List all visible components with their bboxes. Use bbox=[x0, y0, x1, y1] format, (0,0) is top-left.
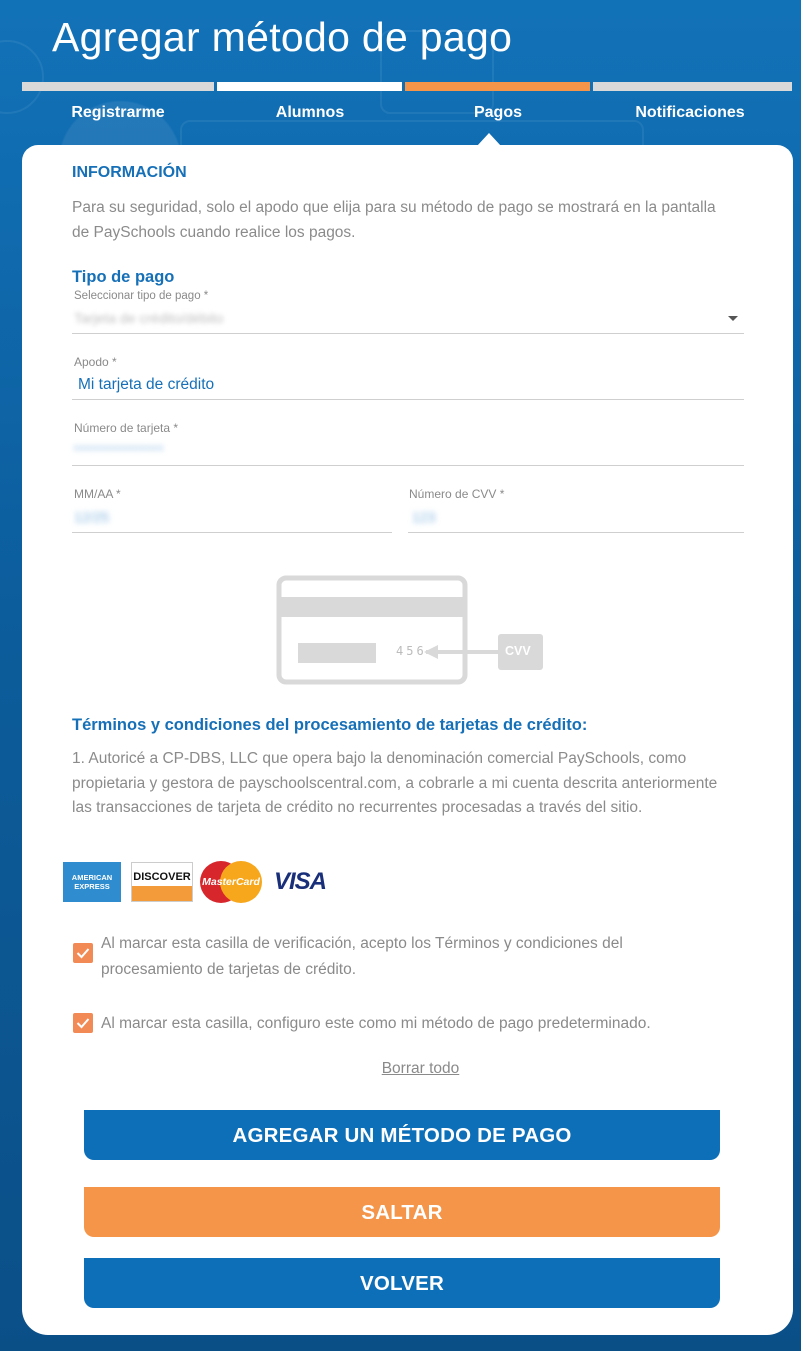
card-number-field[interactable]: ************** bbox=[72, 438, 744, 464]
expiry-underline bbox=[72, 532, 392, 533]
expiry-value: 12/25 bbox=[74, 509, 110, 525]
expiry-label: MM/AA * bbox=[74, 487, 121, 501]
step-bar-notificaciones bbox=[593, 82, 792, 91]
checkmark-icon bbox=[76, 1018, 90, 1029]
step-bar-pagos bbox=[405, 82, 590, 91]
set-default-row[interactable]: Al marcar esta casilla, configuro este c… bbox=[73, 1011, 741, 1037]
step-bar-alumnos bbox=[217, 82, 402, 91]
step-pagos[interactable]: Pagos bbox=[402, 104, 594, 122]
visa-logo-text: VISA bbox=[273, 868, 327, 895]
payment-type-select[interactable]: Tarjeta de crédito/débito bbox=[72, 306, 744, 334]
terms-text: 1. Autoricé a CP-DBS, LLC que opera bajo… bbox=[72, 750, 718, 816]
add-payment-method-button[interactable]: AGREGAR UN MÉTODO DE PAGO bbox=[84, 1110, 720, 1160]
card-number-label: Número de tarjeta * bbox=[74, 421, 179, 435]
skip-button[interactable]: SALTAR bbox=[84, 1187, 720, 1237]
back-button[interactable]: VOLVER bbox=[84, 1258, 720, 1308]
visa-logo: VISA bbox=[270, 862, 330, 902]
cvv-value: 123 bbox=[412, 509, 436, 525]
payment-type-value: Tarjeta de crédito/débito bbox=[74, 310, 224, 326]
expiry-field[interactable]: 12/25 bbox=[72, 504, 392, 530]
set-default-label: Al marcar esta casilla, configuro este c… bbox=[101, 1015, 651, 1032]
discover-logo-text: DISCOVER bbox=[133, 871, 191, 883]
clear-all-link[interactable]: Borrar todo bbox=[0, 1060, 801, 1078]
set-default-checkbox[interactable] bbox=[73, 1013, 93, 1033]
nickname-field[interactable]: Mi tarjeta de crédito bbox=[78, 376, 214, 394]
chevron-down-icon[interactable] bbox=[728, 316, 738, 321]
active-step-pointer bbox=[477, 133, 501, 146]
amex-logo: AMERICAN EXPRESS bbox=[63, 862, 121, 902]
step-registrarme[interactable]: Registrarme bbox=[22, 104, 214, 122]
cvv-tag: CVV bbox=[505, 644, 531, 658]
progress-steps: Registrarme Alumnos Pagos Notificaciones bbox=[22, 82, 792, 142]
page-title: Agregar método de pago bbox=[52, 14, 513, 60]
step-bar-registrarme bbox=[22, 82, 214, 91]
credit-card-icon bbox=[276, 575, 543, 685]
accept-terms-label: Al marcar esta casilla de verificación, … bbox=[101, 935, 623, 978]
discover-logo: DISCOVER bbox=[131, 862, 193, 902]
card-number-underline bbox=[72, 465, 744, 466]
payment-type-title: Tipo de pago bbox=[72, 268, 175, 286]
mastercard-logo-text: MasterCard bbox=[202, 876, 260, 888]
step-alumnos[interactable]: Alumnos bbox=[214, 104, 406, 122]
payment-type-underline bbox=[72, 333, 744, 334]
payment-type-label: Seleccionar tipo de pago * bbox=[74, 290, 209, 302]
card-back-illustration: 456 CVV bbox=[276, 575, 544, 687]
cvv-field[interactable]: 123 bbox=[408, 504, 744, 530]
step-notificaciones[interactable]: Notificaciones bbox=[594, 104, 786, 122]
info-title: INFORMACIÓN bbox=[72, 164, 187, 181]
nickname-underline bbox=[72, 399, 744, 400]
card-digits: 456 bbox=[396, 644, 427, 658]
mastercard-logo: MasterCard bbox=[200, 860, 262, 904]
accept-terms-row[interactable]: Al marcar esta casilla de verificación, … bbox=[73, 931, 691, 983]
terms-title: Términos y condiciones del procesamiento… bbox=[72, 716, 588, 734]
accept-terms-checkbox[interactable] bbox=[73, 943, 93, 963]
cvv-label: Número de CVV * bbox=[409, 487, 505, 501]
checkmark-icon bbox=[76, 948, 90, 959]
info-text: Para su seguridad, solo el apodo que eli… bbox=[72, 199, 716, 241]
cvv-underline bbox=[408, 532, 744, 533]
nickname-label: Apodo * bbox=[74, 355, 117, 369]
card-number-value: ************** bbox=[74, 442, 165, 458]
amex-logo-text: AMERICAN EXPRESS bbox=[71, 873, 113, 891]
